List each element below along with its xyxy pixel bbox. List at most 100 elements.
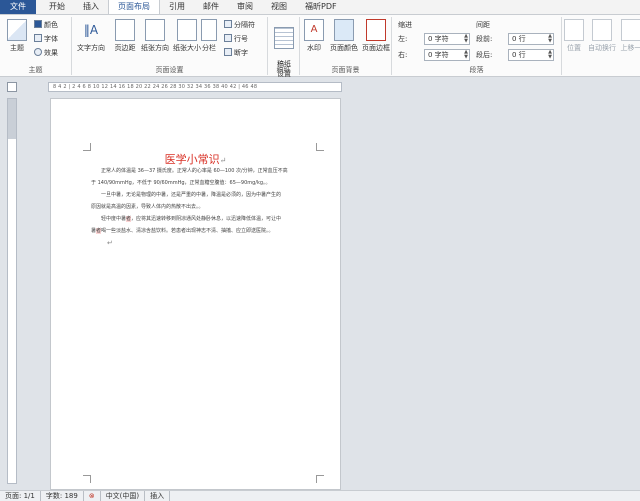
page-setup-group-label: 页面设置 (155, 66, 184, 74)
indent-left-input[interactable]: 0 字符 ▲ ▼ (424, 33, 470, 45)
page-background-group-label: 页面背景 (331, 66, 360, 74)
theme-effects-button[interactable]: 效果 (34, 48, 58, 59)
tab-home[interactable]: 开始 (40, 0, 74, 14)
themes-button[interactable]: 主题 (2, 19, 32, 53)
indent-left-label: 左: (398, 35, 408, 43)
margins-button[interactable]: 页边距 (108, 19, 142, 53)
proofing-icon[interactable]: ⊗ (84, 491, 101, 501)
horizontal-ruler[interactable]: 8 4 2 | 2 4 6 8 10 12 14 16 18 20 22 24 … (48, 82, 342, 92)
text-run: 喝一些淡盐水、清凉含盐饮料。若患者出现神志不清、抽搐、应立即送医院。。 (101, 228, 274, 234)
page-color-button[interactable]: 页面颜色 (328, 19, 360, 53)
breaks-button[interactable]: 分隔符 (224, 20, 255, 31)
page-borders-icon (366, 19, 386, 41)
orientation-icon (145, 19, 165, 41)
draft-paper-button[interactable]: 稿纸 设置 (268, 19, 300, 87)
paragraph-2[interactable]: 一旦中暑，无论是物理的中暑，还是严重的中暑，降温是必须的，因为中暑产生的 原因就… (91, 189, 318, 213)
paragraph-1[interactable]: 正常人的体温是 36—37 摄氏度。正常人的心率是 60—100 次/分钟，正常… (91, 165, 318, 189)
draft-paper-group: 稿纸 设置 稿纸 (268, 17, 300, 78)
position-button[interactable]: 位置 (562, 19, 586, 53)
line-numbers-button[interactable]: 行号 (224, 34, 248, 45)
text-line: 于 140/90mmHg，不低于 90/60mmHg，正常血糖空腹值：65—90… (91, 180, 271, 186)
crop-mark (316, 143, 324, 151)
paragraph-3[interactable]: 轻中度中暑者，应将其迅速转移到阴凉通风处静卧休息，以迅速降低体温，可让中 暑者喝… (91, 213, 318, 237)
theme-group: 主题 颜色 字体 效果 主题 (0, 17, 72, 75)
spinner-arrows-icon: ▲ ▼ (548, 49, 552, 60)
themes-label: 主题 (10, 44, 24, 52)
vertical-ruler[interactable] (7, 98, 17, 484)
status-bar: 页面: 1/1 字数: 189 ⊗ 中文(中国) 插入 (0, 490, 640, 501)
text-direction-label: 文字方向 (77, 44, 105, 52)
line-numbers-label: 行号 (234, 35, 248, 43)
theme-fonts-label: 字体 (44, 35, 58, 43)
tab-review[interactable]: 审阅 (228, 0, 262, 14)
page-setup-group: ‖A 文字方向 页边距 纸张方向 纸张大小 分栏 分隔符 行号 断字 页面设置 (72, 17, 268, 75)
spacing-before-input[interactable]: 0 行 ▲ ▼ (508, 33, 554, 45)
text-line: 暑者喝一些淡盐水、清凉含盐饮料。若患者出现神志不清、抽搐、应立即送医院。。 (91, 225, 318, 237)
position-icon (564, 19, 584, 41)
theme-effects-label: 效果 (44, 49, 58, 57)
tab-foxit-pdf[interactable]: 福昕PDF (296, 0, 346, 14)
tab-references[interactable]: 引用 (160, 0, 194, 14)
watermark-button[interactable]: A 水印 (300, 19, 328, 53)
text-run: 轻中度中暑 (101, 216, 127, 222)
orientation-label: 纸张方向 (141, 44, 169, 52)
ruler-toggle[interactable] (7, 82, 17, 92)
tab-view[interactable]: 视图 (262, 0, 296, 14)
spinner-arrows-icon: ▲ ▼ (464, 33, 468, 44)
font-icon (34, 34, 42, 42)
text-direction-button[interactable]: ‖A 文字方向 (74, 19, 108, 53)
tab-insert[interactable]: 插入 (74, 0, 108, 14)
vertical-ruler-margin (8, 99, 16, 139)
crop-mark (316, 475, 324, 483)
spinner-arrows-icon: ▲ ▼ (464, 49, 468, 60)
text-line: 一旦中暑，无论是物理的中暑，还是严重的中暑，降温是必须的，因为中暑产生的 (101, 192, 282, 198)
word-count[interactable]: 字数: 189 (41, 491, 84, 501)
insert-mode[interactable]: 插入 (145, 491, 171, 501)
hyphenation-button[interactable]: 断字 (224, 48, 248, 59)
draft-paper-group-label: 稿纸 (276, 66, 291, 74)
bring-forward-button[interactable]: 上移一 (618, 19, 640, 53)
theme-colors-label: 颜色 (44, 21, 58, 29)
paragraph-group: 缩进 间距 左: 0 字符 ▲ ▼ 右: 0 字符 ▲ ▼ 段前: 0 行 ▲ ▼ 段后: … (392, 17, 562, 75)
text-run: ，应将其迅速转移到阴凉通风处静卧休息，以迅速降低体温，可让中 (131, 216, 282, 222)
page-borders-button[interactable]: 页面边框 (360, 19, 392, 53)
text-line: 正常人的体温是 36—37 摄氏度。正常人的心率是 60—100 次/分钟，正常… (101, 168, 288, 174)
ruler-ticks: 8 4 2 | 2 4 6 8 10 12 14 16 18 20 22 24 … (53, 84, 258, 90)
grid-paper-icon (274, 27, 294, 49)
orientation-button[interactable]: 纸张方向 (138, 19, 172, 53)
paragraph-group-label: 段落 (469, 66, 484, 74)
theme-colors-button[interactable]: 颜色 (34, 20, 58, 31)
breaks-label: 分隔符 (234, 21, 255, 29)
columns-label: 分栏 (202, 44, 216, 52)
wrap-text-button[interactable]: 自动换行 (586, 19, 618, 53)
effects-icon (34, 48, 42, 56)
document-page[interactable]: 医学小常识↵ 正常人的体温是 36—37 摄氏度。正常人的心率是 60—100 … (50, 98, 341, 490)
themes-icon (7, 19, 27, 41)
text-direction-icon: ‖A (83, 23, 99, 37)
tab-mailings[interactable]: 邮件 (194, 0, 228, 14)
crop-mark (83, 143, 91, 151)
text-line: 轻中度中暑者，应将其迅速转移到阴凉通风处静卧休息，以迅速降低体温，可让中 (91, 213, 318, 225)
spinner-arrows-icon: ▲ ▼ (548, 33, 552, 44)
theme-fonts-button[interactable]: 字体 (34, 34, 58, 45)
position-label: 位置 (567, 44, 581, 52)
paragraph-mark-icon: ↵ (107, 239, 113, 247)
page-count[interactable]: 页面: 1/1 (0, 491, 41, 501)
paragraph-mark-icon: ↵ (219, 156, 227, 165)
columns-icon (201, 19, 217, 41)
tab-file[interactable]: 文件 (0, 0, 36, 14)
tab-page-layout[interactable]: 页面布局 (108, 0, 160, 14)
spacing-after-input[interactable]: 0 行 ▲ ▼ (508, 49, 554, 61)
columns-button[interactable]: 分栏 (196, 19, 222, 53)
hyphenation-icon (224, 48, 232, 56)
line-numbers-icon (224, 34, 232, 42)
spacing-header: 间距 (476, 21, 490, 29)
indent-right-input[interactable]: 0 字符 ▲ ▼ (424, 49, 470, 61)
wrap-text-icon (592, 19, 612, 41)
arrange-group: 位置 自动换行 上移一 (562, 17, 640, 75)
language-indicator[interactable]: 中文(中国) (101, 491, 146, 501)
spacing-before-label: 段前: (476, 35, 493, 43)
page-color-icon (334, 19, 354, 41)
watermark-label: 水印 (307, 44, 321, 52)
page-color-label: 页面颜色 (330, 44, 358, 52)
